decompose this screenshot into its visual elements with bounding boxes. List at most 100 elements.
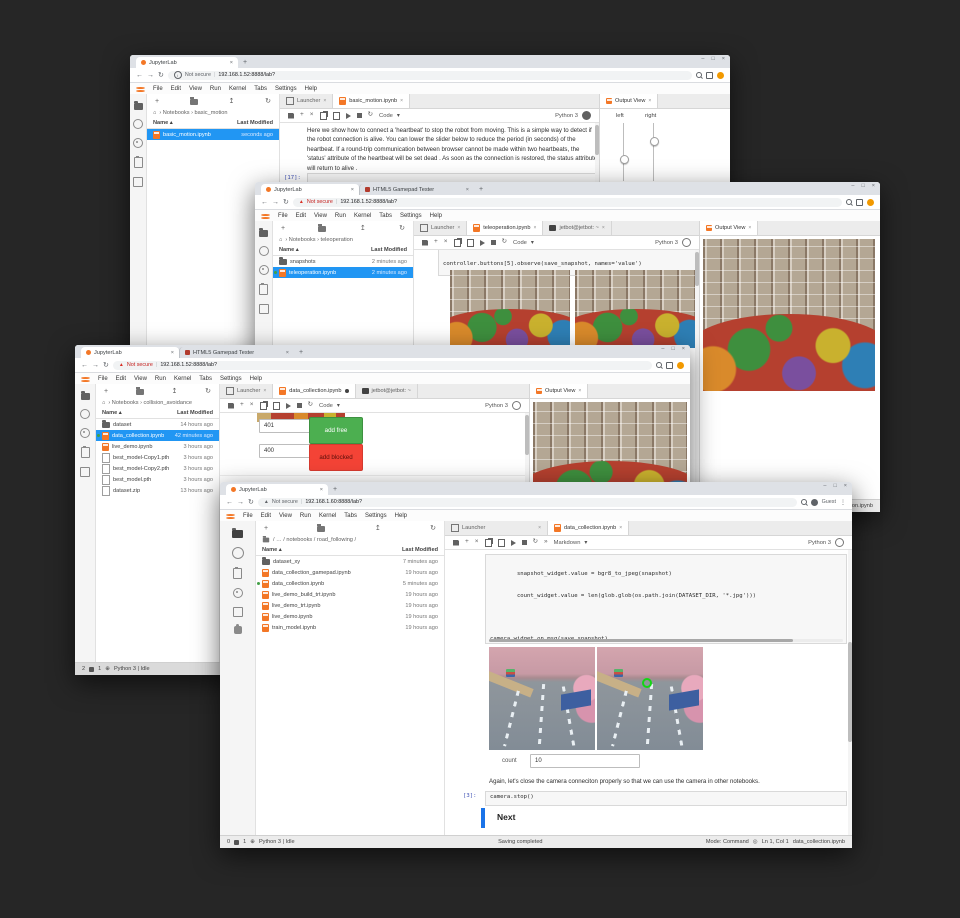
reload-icon[interactable]: ↻ <box>248 499 254 506</box>
file-row[interactable]: dataset 14 hours ago <box>96 419 219 430</box>
refresh-icon[interactable]: ↻ <box>399 225 405 232</box>
minimize-icon[interactable]: – <box>823 484 826 490</box>
file-row[interactable]: live_demo.ipynb 19 hours ago <box>256 611 444 622</box>
property-inspector-icon[interactable] <box>233 568 242 579</box>
file-list-header[interactable]: Name ▴ Last Modified <box>273 245 413 256</box>
add-cell-icon[interactable]: + <box>465 539 469 546</box>
tab-output-view[interactable]: Output View × <box>700 221 758 235</box>
save-icon[interactable] <box>453 540 459 546</box>
kernel-name[interactable]: Python 3 <box>485 403 508 409</box>
menu-kernel[interactable]: Kernel <box>354 213 371 219</box>
new-folder-icon[interactable] <box>190 99 198 105</box>
tab-basic-motion[interactable]: basic_motion.ipynb × <box>333 94 410 108</box>
menu-run[interactable]: Run <box>300 513 311 519</box>
run-icon[interactable] <box>511 540 516 546</box>
stop-icon[interactable] <box>491 240 496 245</box>
menu-view[interactable]: View <box>189 86 202 92</box>
extension-icon[interactable] <box>856 199 863 206</box>
menu-tabs[interactable]: Tabs <box>344 513 357 519</box>
new-tab-button[interactable]: + <box>299 349 303 356</box>
cut-cell-icon[interactable]: × <box>475 539 479 546</box>
menu-settings[interactable]: Settings <box>365 513 387 519</box>
file-browser-icon[interactable] <box>232 530 243 538</box>
commands-icon[interactable] <box>259 265 269 275</box>
new-folder-icon[interactable] <box>317 526 325 532</box>
tab-data-collection[interactable]: data_collection.ipynb <box>273 384 355 398</box>
upload-icon[interactable]: ↥ <box>375 525 381 532</box>
tab-close-icon[interactable]: × <box>286 350 289 356</box>
tab-close-icon[interactable]: × <box>648 98 651 104</box>
tab-close-icon[interactable]: × <box>748 225 751 231</box>
kernel-status[interactable]: Python 3 | Idle <box>259 839 295 845</box>
new-launcher-icon[interactable]: + <box>104 388 108 395</box>
running-sessions-icon[interactable] <box>80 409 90 419</box>
add-cell-icon[interactable]: + <box>300 112 304 119</box>
address-bar[interactable]: ▲ Not secure | 192.168.1.60:8888/lab? <box>258 498 797 507</box>
cell-type-dropdown[interactable]: Code▾ <box>513 240 534 246</box>
menu-help[interactable]: Help <box>250 376 262 382</box>
tab-close-icon[interactable]: × <box>320 487 323 493</box>
running-sessions-icon[interactable] <box>133 119 143 129</box>
new-launcher-icon[interactable]: + <box>281 225 285 232</box>
copy-cell-icon[interactable] <box>454 239 461 247</box>
free-count-input[interactable]: 401 <box>259 419 315 433</box>
new-tab-button[interactable]: + <box>333 486 337 493</box>
stop-icon[interactable] <box>522 540 527 545</box>
new-launcher-icon[interactable]: + <box>155 98 159 105</box>
reload-icon[interactable]: ↻ <box>103 362 109 369</box>
tab-launcher[interactable]: Launcher × <box>280 94 333 108</box>
file-row[interactable]: data_collection_gamepad.ipynb 19 hours a… <box>256 567 444 578</box>
file-browser-icon[interactable] <box>81 393 90 400</box>
file-row[interactable]: dataset_xy 7 minutes ago <box>256 556 444 567</box>
paste-cell-icon[interactable] <box>273 402 280 410</box>
file-list-header[interactable]: Name ▴ Last Modified <box>96 408 219 419</box>
new-folder-icon[interactable] <box>318 226 326 232</box>
run-icon[interactable] <box>286 403 291 409</box>
menu-kernel[interactable]: Kernel <box>174 376 191 382</box>
file-row[interactable]: best_model-Copy1.pth 3 hours ago <box>96 452 219 463</box>
menu-help[interactable]: Help <box>430 213 442 219</box>
menu-file[interactable]: File <box>98 376 108 382</box>
menu-edit[interactable]: Edit <box>116 376 126 382</box>
search-icon[interactable] <box>656 362 662 368</box>
minimize-icon[interactable]: – <box>851 184 854 190</box>
add-cell-icon[interactable]: + <box>240 402 244 409</box>
paste-cell-icon[interactable] <box>498 539 505 547</box>
tab-close-icon[interactable]: × <box>457 225 460 231</box>
refresh-icon[interactable]: ↻ <box>205 388 211 395</box>
cell-type-dropdown[interactable]: Code▾ <box>379 113 400 119</box>
scrollbar[interactable] <box>695 250 699 500</box>
home-icon[interactable]: ⌂ <box>279 237 282 243</box>
file-row[interactable]: live_demo_trt.ipynb 19 hours ago <box>256 600 444 611</box>
kernel-name[interactable]: Python 3 <box>655 240 678 246</box>
reload-icon[interactable]: ↻ <box>158 72 164 79</box>
tab-close-icon[interactable]: × <box>619 525 622 531</box>
file-row[interactable]: train_model.ipynb 19 hours ago <box>256 622 444 633</box>
open-tabs-icon[interactable] <box>80 467 90 477</box>
breadcrumb[interactable]: ⌂ › Notebooks › collision_avoidance <box>96 399 219 408</box>
forward-icon[interactable]: → <box>92 362 99 369</box>
left-slider-handle[interactable] <box>620 155 629 164</box>
close-icon[interactable]: × <box>722 57 725 63</box>
back-icon[interactable]: ← <box>81 362 88 369</box>
browser-tab-jupyterlab[interactable]: JupyterLab × <box>81 347 179 358</box>
tab-output-view[interactable]: Output View × <box>600 94 658 108</box>
menu-view[interactable]: View <box>134 376 147 382</box>
profile-avatar[interactable] <box>717 72 724 79</box>
file-browser-icon[interactable] <box>134 103 143 110</box>
tab-close-icon[interactable]: × <box>578 388 581 394</box>
menu-settings[interactable]: Settings <box>275 86 297 92</box>
extension-manager-icon[interactable] <box>234 626 242 634</box>
browser-tab-jupyterlab[interactable]: JupyterLab × <box>226 484 328 495</box>
right-slider-handle[interactable] <box>650 137 659 146</box>
tab-close-icon[interactable]: × <box>171 350 174 356</box>
maximize-icon[interactable]: □ <box>671 347 674 353</box>
file-row[interactable]: basic_motion.ipynb seconds ago <box>147 129 279 140</box>
tab-close-icon[interactable]: × <box>538 525 541 531</box>
run-icon[interactable] <box>480 240 485 246</box>
menu-edit[interactable]: Edit <box>296 213 306 219</box>
menu-settings[interactable]: Settings <box>400 213 422 219</box>
open-tabs-icon[interactable] <box>259 304 269 314</box>
tab-close-icon[interactable]: × <box>323 98 326 104</box>
menu-run[interactable]: Run <box>335 213 346 219</box>
